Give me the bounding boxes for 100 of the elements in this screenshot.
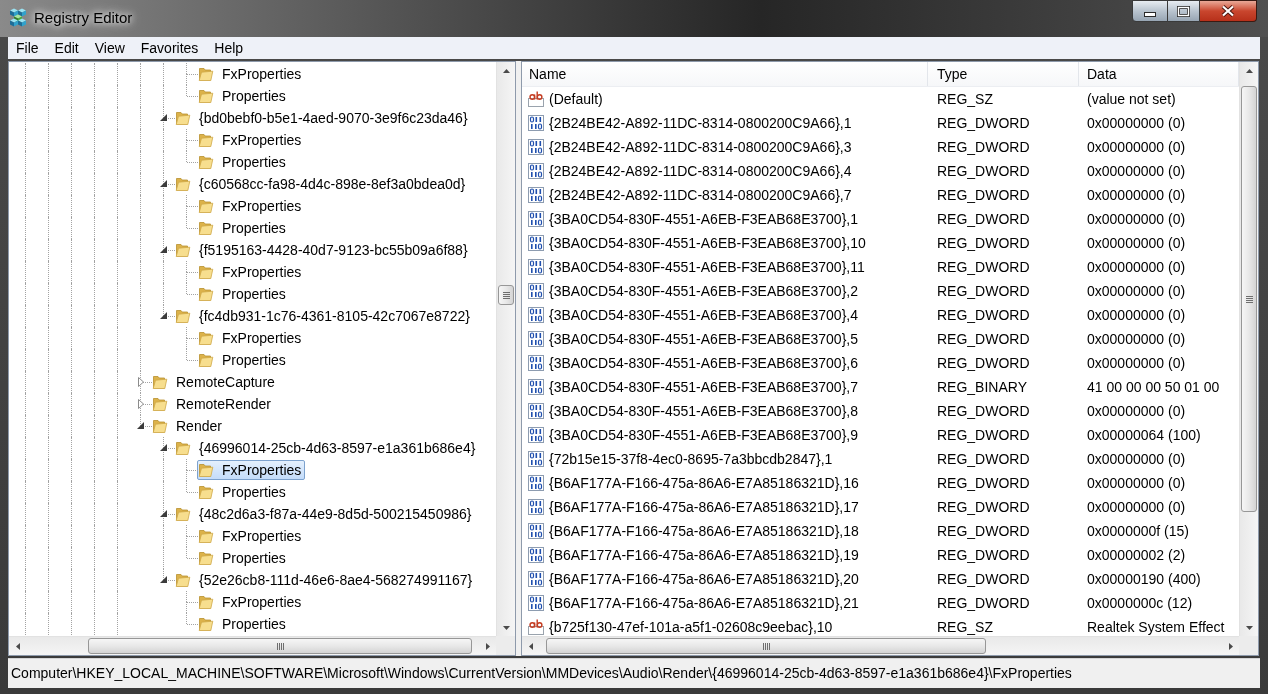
menu-item[interactable]: Help: [206, 37, 252, 59]
menu-item[interactable]: View: [86, 37, 133, 59]
scrollbar[interactable]: [9, 636, 496, 655]
table-cell: REG_SZ: [937, 90, 993, 107]
list-item[interactable]: {B6AF177A-F166-475a-86A6-E7A85186321D},20: [528, 570, 861, 588]
binary-icon: [528, 259, 544, 275]
column-header[interactable]: Name: [522, 62, 928, 86]
list-item[interactable]: {72b15e15-37f8-4ec0-8695-7a3bbcdb2847},1: [528, 450, 835, 468]
tree-item[interactable]: Properties: [197, 86, 290, 106]
caret-icon[interactable]: [160, 444, 167, 451]
tree-item[interactable]: RemoteRender: [151, 394, 275, 414]
table-cell: (value not set): [1087, 90, 1176, 107]
tree-item[interactable]: {c60568cc-fa98-4d4c-898e-8ef3a0bdea0d}: [174, 174, 470, 194]
tree-item[interactable]: FxProperties: [197, 592, 306, 612]
maximize-button[interactable]: [1168, 0, 1200, 22]
tree-item[interactable]: {46996014-25cb-4d63-8597-e1a361b686e4}: [174, 438, 480, 458]
folder-icon: [198, 462, 214, 478]
table-cell: 0x00000002 (2): [1087, 546, 1186, 563]
list-item[interactable]: {2B24BE42-A892-11DC-8314-0800200C9A66},3: [528, 138, 854, 156]
list-item[interactable]: {B6AF177A-F166-475a-86A6-E7A85186321D},18: [528, 522, 861, 540]
scrollbar[interactable]: [1239, 62, 1258, 636]
list-item[interactable]: {B6AF177A-F166-475a-86A6-E7A85186321D},19: [528, 546, 861, 564]
minimize-button[interactable]: [1132, 0, 1168, 22]
caret-icon[interactable]: [160, 312, 167, 319]
tree-item[interactable]: Properties: [197, 218, 290, 238]
list-item[interactable]: {3BA0CD54-830F-4551-A6EB-F3EAB68E3700},2: [528, 282, 860, 300]
caret-icon[interactable]: [160, 246, 167, 253]
tree-item[interactable]: FxProperties: [197, 526, 306, 546]
caret-icon[interactable]: [160, 180, 167, 187]
list-item[interactable]: {3BA0CD54-830F-4551-A6EB-F3EAB68E3700},5: [528, 330, 860, 348]
tree-item[interactable]: {bd0bebf0-b5e1-4aed-9070-3e9f6c23da46}: [174, 108, 472, 128]
column-header[interactable]: Data: [1079, 62, 1239, 86]
table-cell: 0x00000000 (0): [1087, 162, 1186, 179]
binary-icon: [528, 595, 544, 611]
scroll-thumb[interactable]: [498, 285, 514, 305]
scrollbar[interactable]: [522, 636, 1239, 655]
list-item[interactable]: {3BA0CD54-830F-4551-A6EB-F3EAB68E3700},8: [528, 402, 860, 420]
tree-item[interactable]: FxProperties: [197, 460, 306, 480]
grip-icon: [276, 642, 284, 650]
tree-item[interactable]: Properties: [197, 350, 290, 370]
tree-item[interactable]: Properties: [197, 482, 290, 502]
binary-icon: [528, 331, 544, 347]
grip-icon: [502, 291, 510, 299]
list-item[interactable]: {3BA0CD54-830F-4551-A6EB-F3EAB68E3700},11: [528, 258, 867, 276]
list-item[interactable]: {b725f130-47ef-101a-a5f1-02608c9eebac},10: [528, 618, 835, 635]
binary-icon: [528, 211, 544, 227]
tree-item[interactable]: {48c2d6a3-f87a-44e9-8d5d-500215450986}: [174, 504, 476, 524]
scroll-thumb[interactable]: [546, 638, 986, 654]
caret-icon[interactable]: [137, 422, 144, 429]
list-item[interactable]: {3BA0CD54-830F-4551-A6EB-F3EAB68E3700},7: [528, 378, 860, 396]
table-cell: 0x00000000 (0): [1087, 498, 1186, 515]
list-item[interactable]: {3BA0CD54-830F-4551-A6EB-F3EAB68E3700},9: [528, 426, 860, 444]
folder-icon: [198, 594, 214, 610]
scrollbar-corner: [496, 636, 515, 655]
list-item[interactable]: {3BA0CD54-830F-4551-A6EB-F3EAB68E3700},6: [528, 354, 860, 372]
table-cell: REG_DWORD: [937, 402, 1030, 419]
scroll-thumb[interactable]: [1241, 86, 1257, 512]
list-item[interactable]: {2B24BE42-A892-11DC-8314-0800200C9A66},1: [528, 114, 854, 132]
tree-item[interactable]: {fc4db931-1c76-4361-8105-42c7067e8722}: [174, 306, 474, 326]
column-header[interactable]: Type: [928, 62, 1079, 86]
caret-icon[interactable]: [160, 576, 167, 583]
caret-icon[interactable]: [160, 510, 167, 517]
tree-item[interactable]: Properties: [197, 548, 290, 568]
list-item[interactable]: {3BA0CD54-830F-4551-A6EB-F3EAB68E3700},4: [528, 306, 860, 324]
list-item[interactable]: (Default): [528, 90, 605, 108]
tree-item[interactable]: {f5195163-4428-40d7-9123-bc55b09a6f88}: [174, 240, 472, 260]
tree-item[interactable]: FxProperties: [197, 328, 306, 348]
list-item[interactable]: {B6AF177A-F166-475a-86A6-E7A85186321D},21: [528, 594, 861, 612]
tree-item[interactable]: FxProperties: [197, 262, 306, 282]
scrollbar[interactable]: [496, 62, 515, 636]
close-button[interactable]: [1200, 0, 1257, 22]
caret-icon[interactable]: [160, 114, 167, 121]
tree-item[interactable]: Properties: [197, 614, 290, 634]
table-cell: REG_DWORD: [937, 426, 1030, 443]
up-arrow-icon: [502, 68, 510, 73]
table-cell: 0x00000000 (0): [1087, 234, 1186, 251]
list-item[interactable]: {3BA0CD54-830F-4551-A6EB-F3EAB68E3700},1: [528, 210, 860, 228]
down-arrow-icon: [1245, 625, 1253, 630]
tree-item[interactable]: {52e26cb8-111d-46e6-8ae4-568274991167}: [174, 570, 477, 590]
down-arrow-icon: [502, 625, 510, 630]
tree-item[interactable]: FxProperties: [197, 196, 306, 216]
menu-item[interactable]: Favorites: [132, 37, 207, 59]
tree-item[interactable]: Properties: [197, 152, 290, 172]
tree-item[interactable]: RemoteCapture: [151, 372, 279, 392]
binary-icon: [528, 427, 544, 443]
menu-item[interactable]: Edit: [46, 37, 87, 59]
list-item[interactable]: {B6AF177A-F166-475a-86A6-E7A85186321D},16: [528, 474, 861, 492]
list-item[interactable]: {3BA0CD54-830F-4551-A6EB-F3EAB68E3700},10: [528, 234, 868, 252]
list-item[interactable]: {2B24BE42-A892-11DC-8314-0800200C9A66},7: [528, 186, 854, 204]
table-cell: Realtek System Effect: [1087, 618, 1225, 635]
list-item[interactable]: {2B24BE42-A892-11DC-8314-0800200C9A66},4: [528, 162, 854, 180]
list-item[interactable]: {B6AF177A-F166-475a-86A6-E7A85186321D},17: [528, 498, 861, 516]
tree-item[interactable]: Render: [151, 416, 226, 436]
scroll-thumb[interactable]: [88, 638, 472, 654]
table-cell: 0x00000000 (0): [1087, 186, 1186, 203]
table-cell: REG_DWORD: [937, 594, 1030, 611]
tree-item[interactable]: FxProperties: [197, 130, 306, 150]
tree-item[interactable]: Properties: [197, 284, 290, 304]
tree-item[interactable]: FxProperties: [197, 64, 306, 84]
menu-item[interactable]: File: [8, 37, 47, 59]
